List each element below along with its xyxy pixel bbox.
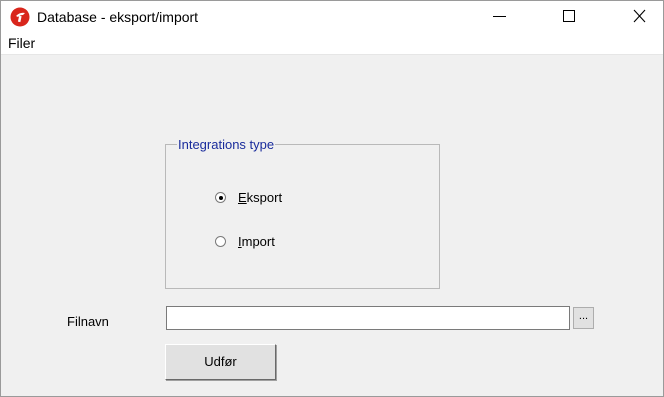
dialog-window: Database - eksport/import Filer Integrat… <box>0 0 664 397</box>
app-logo-icon <box>10 7 30 27</box>
radio-selected-dot <box>219 196 223 200</box>
menu-bar: Filer <box>1 32 663 55</box>
maximize-button[interactable] <box>546 1 592 32</box>
browse-button[interactable]: ... <box>573 307 594 329</box>
filnavn-input[interactable] <box>166 306 570 330</box>
execute-button[interactable]: Udfør <box>165 344 276 380</box>
minimize-button[interactable] <box>477 1 523 32</box>
menu-item-filer[interactable]: Filer <box>8 35 35 51</box>
title-bar[interactable]: Database - eksport/import <box>1 1 663 32</box>
radio-button-unselected[interactable] <box>215 236 226 247</box>
radio-eksport-label[interactable]: Eksport <box>238 190 282 205</box>
radio-import-label[interactable]: Import <box>238 234 275 249</box>
close-button[interactable] <box>617 1 663 32</box>
radio-button-selected[interactable] <box>215 192 226 203</box>
integration-type-group <box>165 144 440 289</box>
filnavn-label: Filnavn <box>67 314 109 329</box>
integration-type-legend: Integrations type <box>177 137 276 153</box>
close-icon <box>633 9 646 23</box>
minimize-icon <box>493 16 506 17</box>
window-title: Database - eksport/import <box>37 9 199 25</box>
maximize-icon <box>563 10 575 22</box>
